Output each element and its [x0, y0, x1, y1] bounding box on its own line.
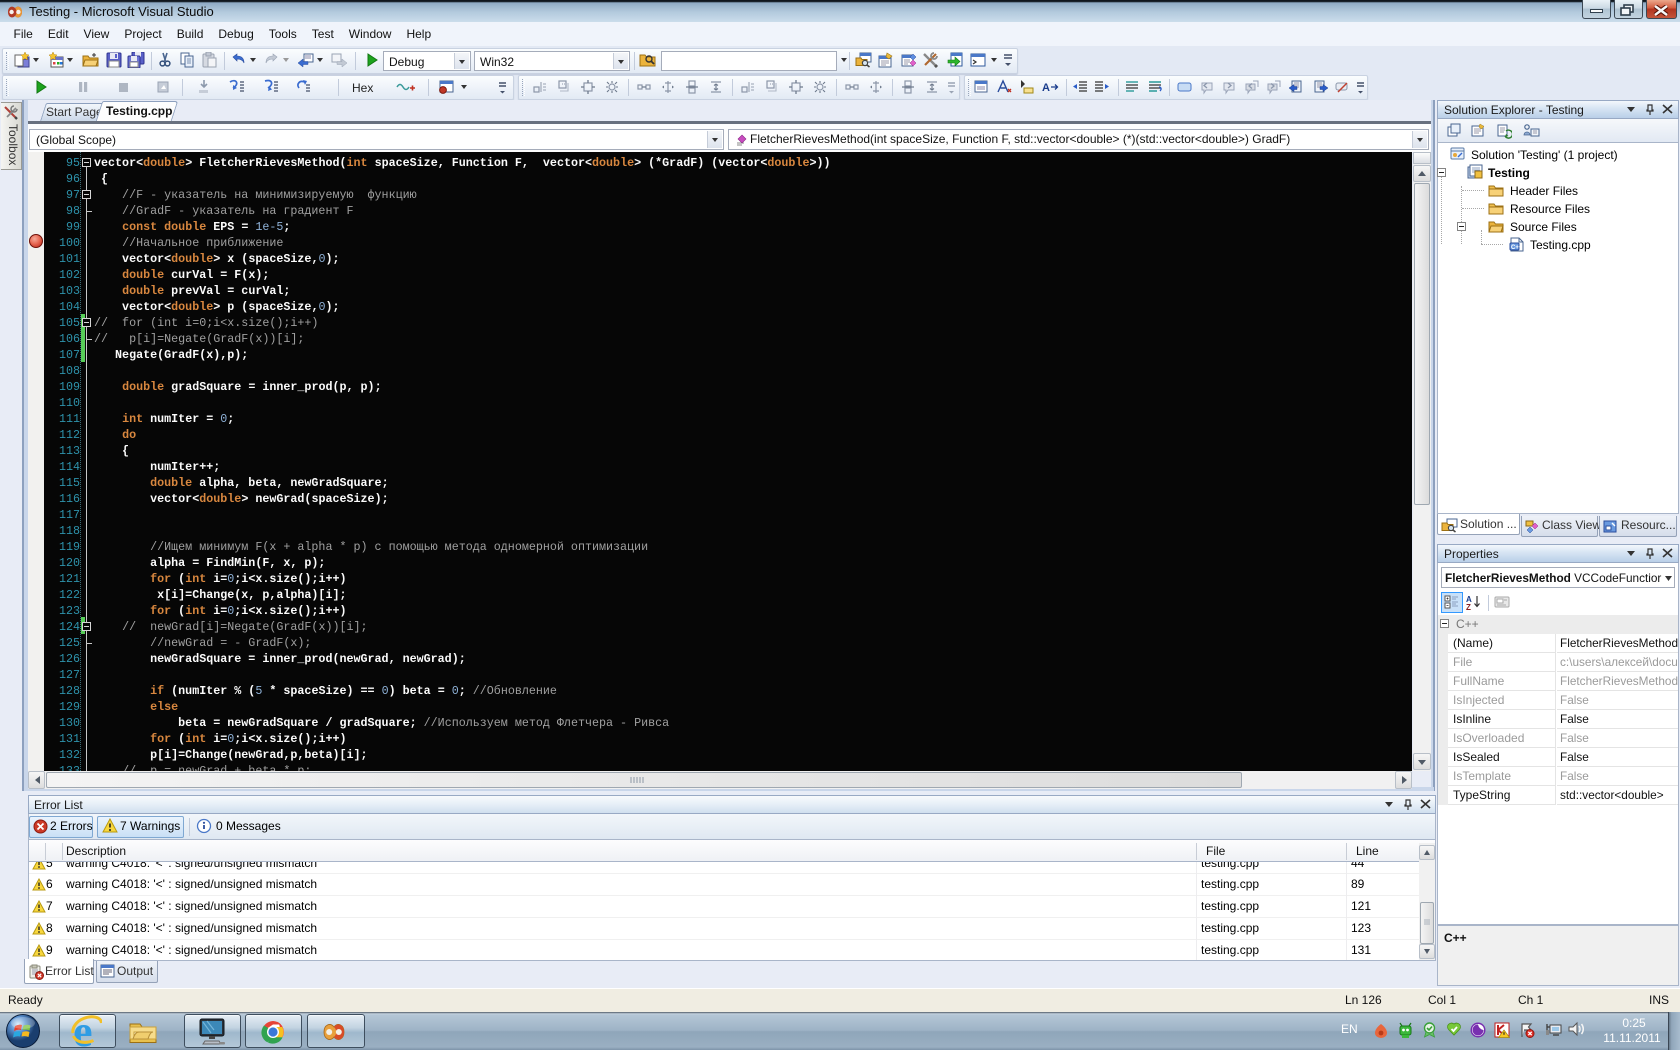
svg-text:A: A — [1042, 82, 1050, 94]
svg-text:C++: C++ — [1511, 245, 1523, 251]
svg-text:Z: Z — [1466, 603, 1471, 610]
